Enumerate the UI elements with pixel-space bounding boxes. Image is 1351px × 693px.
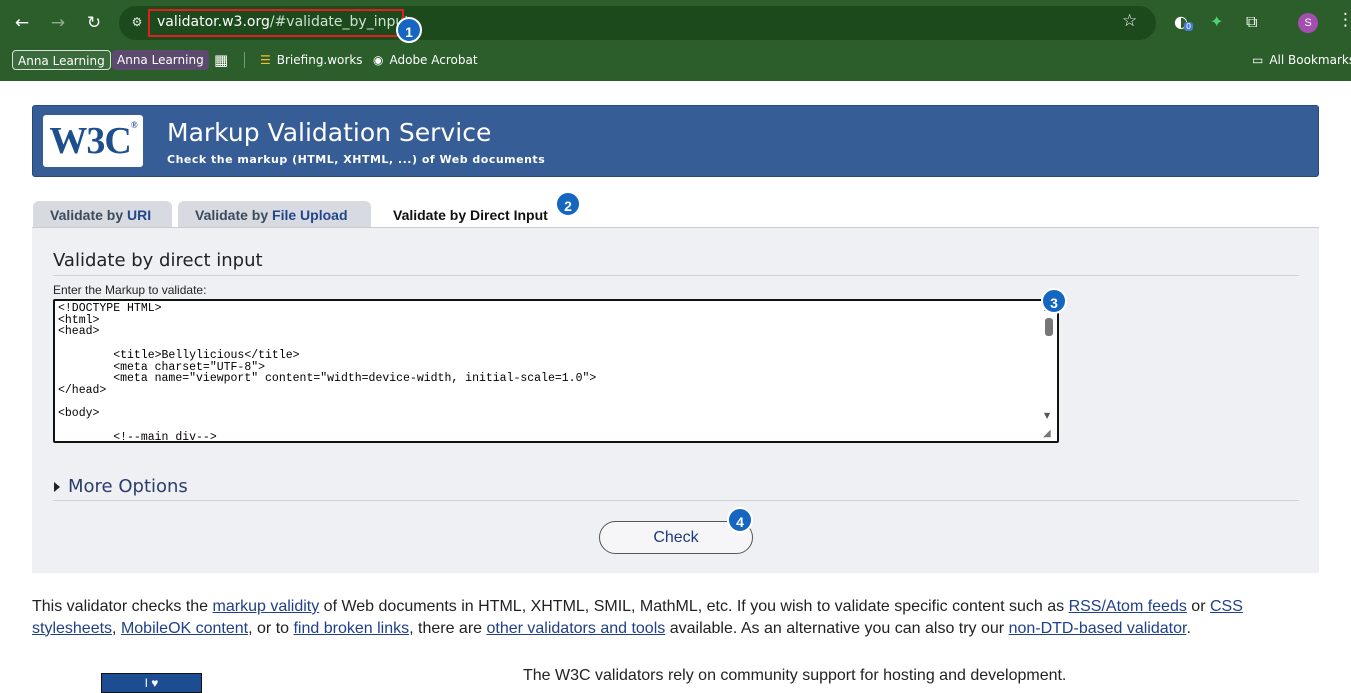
menu-kebab-icon[interactable]: ⋮ — [1337, 10, 1351, 30]
w3c-logo[interactable]: W3C® — [43, 115, 143, 167]
bookmark-adobe[interactable]: ◉ Adobe Acrobat — [373, 50, 478, 70]
site-info-icon[interactable]: ⚙ — [127, 12, 147, 32]
marker-1: 1 — [396, 17, 422, 43]
marker-2: 2 — [555, 191, 581, 217]
extensions-puzzle-icon[interactable]: ⧉ — [1246, 12, 1257, 32]
bookmark-briefing[interactable]: ☰ Briefing.works — [260, 50, 363, 70]
expand-triangle-icon — [54, 482, 60, 492]
bookmark-separator — [244, 52, 245, 68]
link-other-validators[interactable]: other validators and tools — [486, 620, 665, 637]
url-highlight-box — [148, 9, 404, 37]
bookmark-anna-learning-1[interactable]: Anna Learning — [12, 50, 111, 70]
panel-heading: Validate by direct input — [53, 250, 263, 271]
link-find-broken-links[interactable]: find broken links — [293, 620, 409, 637]
folder-icon: ▭ — [1252, 53, 1264, 67]
scroll-down-icon[interactable]: ▼ — [1044, 411, 1050, 420]
all-bookmarks[interactable]: ▭ All Bookmarks — [1252, 50, 1351, 70]
resize-handle-icon[interactable]: ◢ — [1043, 428, 1051, 439]
tab-validate-by-uri[interactable]: Validate by URI — [33, 201, 172, 227]
link-rss-atom-feeds[interactable]: RSS/Atom feeds — [1069, 598, 1187, 615]
heart-icon: I ♥ — [144, 676, 159, 690]
marker-3: 3 — [1041, 288, 1067, 314]
link-mobileok-content[interactable]: MobileOK content — [121, 620, 248, 637]
header-banner: W3C® Markup Validation Service Check the… — [32, 105, 1319, 177]
profile-avatar[interactable]: S — [1298, 13, 1318, 33]
i-love-validator-badge[interactable]: I ♥ — [101, 673, 202, 693]
service-title: Markup Validation Service — [167, 118, 492, 147]
extension-icon[interactable]: ◐0 — [1174, 12, 1194, 31]
bookmark-star-icon[interactable]: ☆ — [1122, 11, 1137, 31]
support-text: The W3C validators rely on community sup… — [523, 667, 1067, 684]
markup-textarea[interactable]: <!DOCTYPE HTML> <html> <head> <title>Bel… — [53, 299, 1059, 443]
reload-icon[interactable]: ↻ — [81, 10, 107, 36]
intro-paragraph: This validator checks the markup validit… — [32, 598, 1243, 637]
direct-input-panel: Validate by direct input Enter the Marku… — [32, 227, 1319, 573]
service-subtitle: Check the markup (HTML, XHTML, ...) of W… — [167, 153, 546, 166]
link-markup-validity[interactable]: markup validity — [213, 598, 320, 615]
extension-leaf-icon[interactable]: ✦ — [1210, 12, 1223, 31]
bookmark-anna-learning-2[interactable]: Anna Learning — [112, 50, 209, 70]
apps-grid-icon[interactable]: ▦ — [214, 50, 228, 70]
markup-label: Enter the Markup to validate: — [53, 283, 207, 297]
forward-icon[interactable]: → — [45, 10, 71, 36]
textarea-scrollbar[interactable] — [1045, 318, 1053, 336]
tab-validate-by-direct-input[interactable]: Validate by Direct Input — [376, 201, 573, 227]
globe-icon: ◉ — [373, 53, 384, 67]
back-icon[interactable]: ← — [9, 10, 35, 36]
more-options-toggle[interactable]: More Options — [54, 476, 188, 497]
marker-4: 4 — [727, 507, 753, 533]
briefing-icon: ☰ — [260, 53, 271, 67]
heading-divider — [53, 275, 1299, 276]
link-non-dtd-validator[interactable]: non-DTD-based validator — [1009, 620, 1187, 637]
tab-validate-by-file-upload[interactable]: Validate by File Upload — [178, 201, 371, 227]
options-divider — [53, 500, 1299, 501]
